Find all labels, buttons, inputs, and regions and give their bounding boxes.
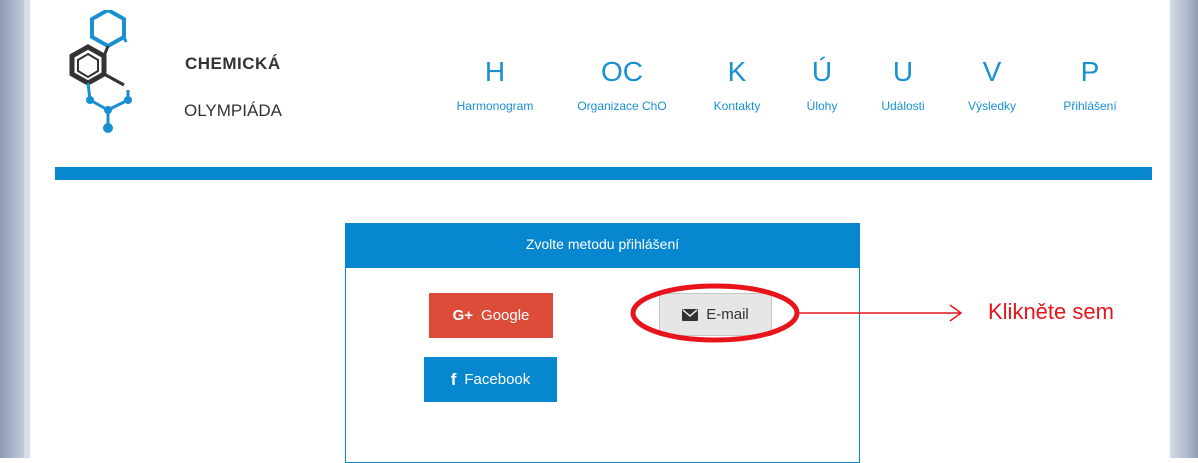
- annotation-text: Klikněte sem: [988, 299, 1114, 324]
- facebook-login-label: Facebook: [464, 371, 531, 388]
- nav-label: Výsledky: [967, 99, 1017, 113]
- google-login-label: Google: [481, 307, 530, 324]
- nav-item-udalosti[interactable]: U Události: [868, 56, 938, 114]
- nav-letter: P: [1080, 56, 1100, 87]
- nav-label: Přihlášení: [1063, 99, 1117, 113]
- nav-letter: V: [982, 56, 1002, 87]
- logo-text-line2: OLYMPIÁDA: [184, 101, 282, 120]
- annotation-highlight: [630, 283, 963, 343]
- right-background-edge: [1170, 0, 1198, 458]
- nav-item-ulohy[interactable]: Ú Úlohy: [792, 56, 852, 114]
- nav-letter: U: [892, 56, 914, 87]
- google-login-button[interactable]: G+ Google: [429, 293, 553, 338]
- header-divider-bar: [55, 167, 1152, 180]
- logo-text-line1: CHEMICKÁ: [185, 54, 281, 73]
- nav-item-kontakty[interactable]: K Kontakty: [697, 56, 777, 114]
- nav-letter: OC: [601, 56, 643, 87]
- nav-letter: K: [727, 56, 747, 87]
- nav-item-prihlaseni[interactable]: P Přihlášení: [1049, 56, 1131, 114]
- nav-label: Úlohy: [806, 99, 838, 113]
- google-plus-icon: G+: [452, 307, 474, 324]
- nav-letter: Ú: [811, 56, 833, 87]
- nav-letter: H: [484, 56, 506, 87]
- nav-item-vysledky[interactable]: V Výsledky: [952, 56, 1032, 114]
- facebook-login-button[interactable]: f Facebook: [424, 357, 557, 402]
- nav-label: Organizace ChO: [577, 99, 667, 113]
- nav-label: Harmonogram: [456, 99, 534, 113]
- nav-item-harmonogram[interactable]: H Harmonogram: [445, 56, 545, 114]
- login-panel-title: Zvolte metodu přihlášení: [346, 224, 859, 268]
- annotation-ellipse: [630, 283, 800, 343]
- nav-label: Kontakty: [713, 99, 761, 113]
- nav-label: Události: [881, 99, 925, 113]
- facebook-icon: f: [450, 369, 457, 389]
- left-background-edge: [0, 0, 30, 458]
- site-logo[interactable]: CHEMICKÁ OLYMPIÁDA: [58, 7, 282, 140]
- nav-item-organizace[interactable]: OC Organizace ChO: [562, 56, 682, 114]
